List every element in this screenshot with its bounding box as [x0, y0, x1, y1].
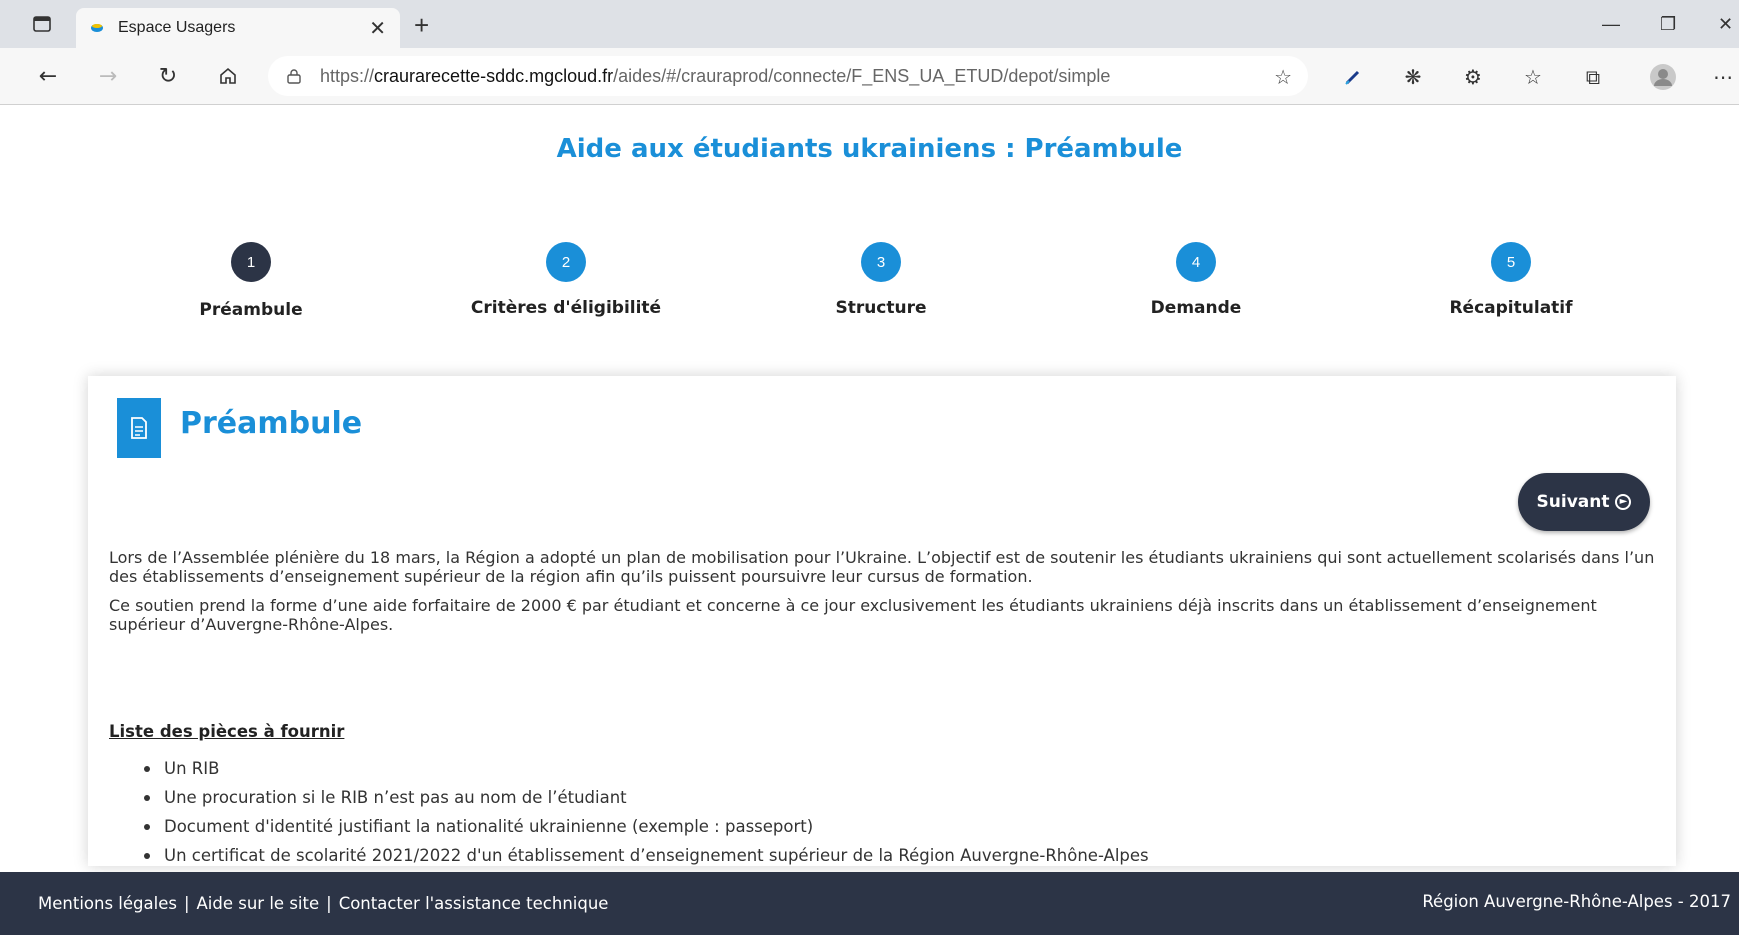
page-title: Aide aux étudiants ukrainiens : Préambul…: [556, 134, 1183, 164]
contact-link[interactable]: Contacter l'assistance technique: [339, 894, 609, 913]
favorites-icon[interactable]: ☆: [1518, 62, 1548, 92]
arrow-circle-right-icon: ►: [1615, 494, 1632, 510]
card-title: Préambule: [180, 406, 363, 441]
footer: Mentions légales | Aide sur le site | Contac…: [0, 872, 1739, 935]
page-content: Aide aux étudiants ukrainiens : Préambul…: [0, 106, 1739, 935]
new-tab-icon[interactable]: +: [414, 10, 429, 41]
documents-list-heading: Liste des pièces à fournir: [109, 722, 345, 741]
step-number: 2: [546, 242, 586, 282]
minimize-icon[interactable]: —: [1602, 14, 1620, 35]
preamble-card: Préambule Suivant ► Lors de l’Assemblée …: [88, 376, 1676, 866]
site-favicon-icon: [91, 24, 103, 32]
step-label: Demande: [1150, 298, 1242, 318]
step-eligibilite[interactable]: 2 Critères d'éligibilité: [416, 242, 716, 318]
list-item: Un certificat de scolarité 2021/2022 d'u…: [144, 841, 1149, 870]
back-arrow-icon[interactable]: ←: [32, 60, 64, 92]
step-number: 1: [231, 242, 271, 282]
document-icon: [117, 398, 161, 458]
step-label: Récapitulatif: [1449, 298, 1573, 318]
browser-tab-bar: Espace Usagers ✕ + — ❐ ✕: [0, 0, 1739, 48]
profile-avatar-icon[interactable]: [1648, 62, 1678, 92]
next-button[interactable]: Suivant ►: [1518, 473, 1650, 531]
footer-separator: |: [326, 894, 332, 913]
legal-link[interactable]: Mentions légales: [38, 894, 177, 913]
step-number: 4: [1176, 242, 1216, 282]
footer-links: Mentions légales | Aide sur le site | Contac…: [38, 894, 608, 913]
support-paragraph: Ce soutien prend la forme d’une aide for…: [109, 596, 1597, 634]
more-menu-icon[interactable]: ⋯: [1708, 62, 1738, 92]
tab-close-icon[interactable]: ✕: [369, 16, 386, 40]
footer-separator: |: [183, 894, 190, 913]
list-item: Un RIB: [144, 754, 1149, 783]
refresh-icon[interactable]: ↻: [152, 60, 184, 92]
step-structure[interactable]: 3 Structure: [731, 242, 1031, 318]
tab-title: Espace Usagers: [118, 19, 236, 36]
documents-list: Un RIB Une procuration si le RIB n’est p…: [144, 754, 1149, 870]
step-demande[interactable]: 4 Demande: [1046, 242, 1346, 318]
window-close-icon[interactable]: ✕: [1718, 14, 1733, 35]
browser-toolbar: ← → ↻ https://craurarecette-sddc.mgcloud…: [0, 48, 1739, 105]
extension-pen-icon[interactable]: [1338, 62, 1368, 92]
footer-copyright: Région Auvergne-Rhône-Alpes - 2017: [1422, 892, 1731, 911]
step-label: Critères d'éligibilité: [470, 298, 662, 318]
url-text: https://craurarecette-sddc.mgcloud.fr/ai…: [320, 65, 1111, 86]
help-link[interactable]: Aide sur le site: [197, 894, 320, 913]
stepper: 1 Préambule 2 Critères d'éligibilité 3 S…: [0, 242, 1739, 322]
step-recapitulatif[interactable]: 5 Récapitulatif: [1361, 242, 1661, 318]
forward-arrow-icon[interactable]: →: [92, 60, 124, 92]
list-item: Document d'identité justifiant la nation…: [144, 812, 1149, 841]
step-number: 5: [1491, 242, 1531, 282]
intro-paragraph: Lors de l’Assemblée plénière du 18 mars,…: [109, 548, 1655, 586]
step-preambule[interactable]: 1 Préambule: [101, 242, 401, 320]
tab-actions-icon[interactable]: [28, 10, 56, 38]
step-number: 3: [861, 242, 901, 282]
address-bar[interactable]: https://craurarecette-sddc.mgcloud.fr/ai…: [268, 56, 1308, 96]
collections-icon[interactable]: ⧉: [1578, 62, 1608, 92]
add-favorite-icon[interactable]: ☆: [1274, 65, 1292, 89]
restore-icon[interactable]: ❐: [1660, 14, 1676, 35]
browser-tab[interactable]: Espace Usagers ✕: [76, 8, 400, 48]
step-label: Structure: [835, 298, 927, 318]
lock-icon: [287, 69, 301, 84]
extensions-puzzle-icon[interactable]: ⚙: [1458, 62, 1488, 92]
list-item: Une procuration si le RIB n’est pas au n…: [144, 783, 1149, 812]
step-label: Préambule: [199, 300, 303, 320]
extension-snowflake-icon[interactable]: ❋: [1398, 62, 1428, 92]
home-icon[interactable]: [212, 60, 244, 92]
next-button-label: Suivant: [1536, 492, 1610, 512]
